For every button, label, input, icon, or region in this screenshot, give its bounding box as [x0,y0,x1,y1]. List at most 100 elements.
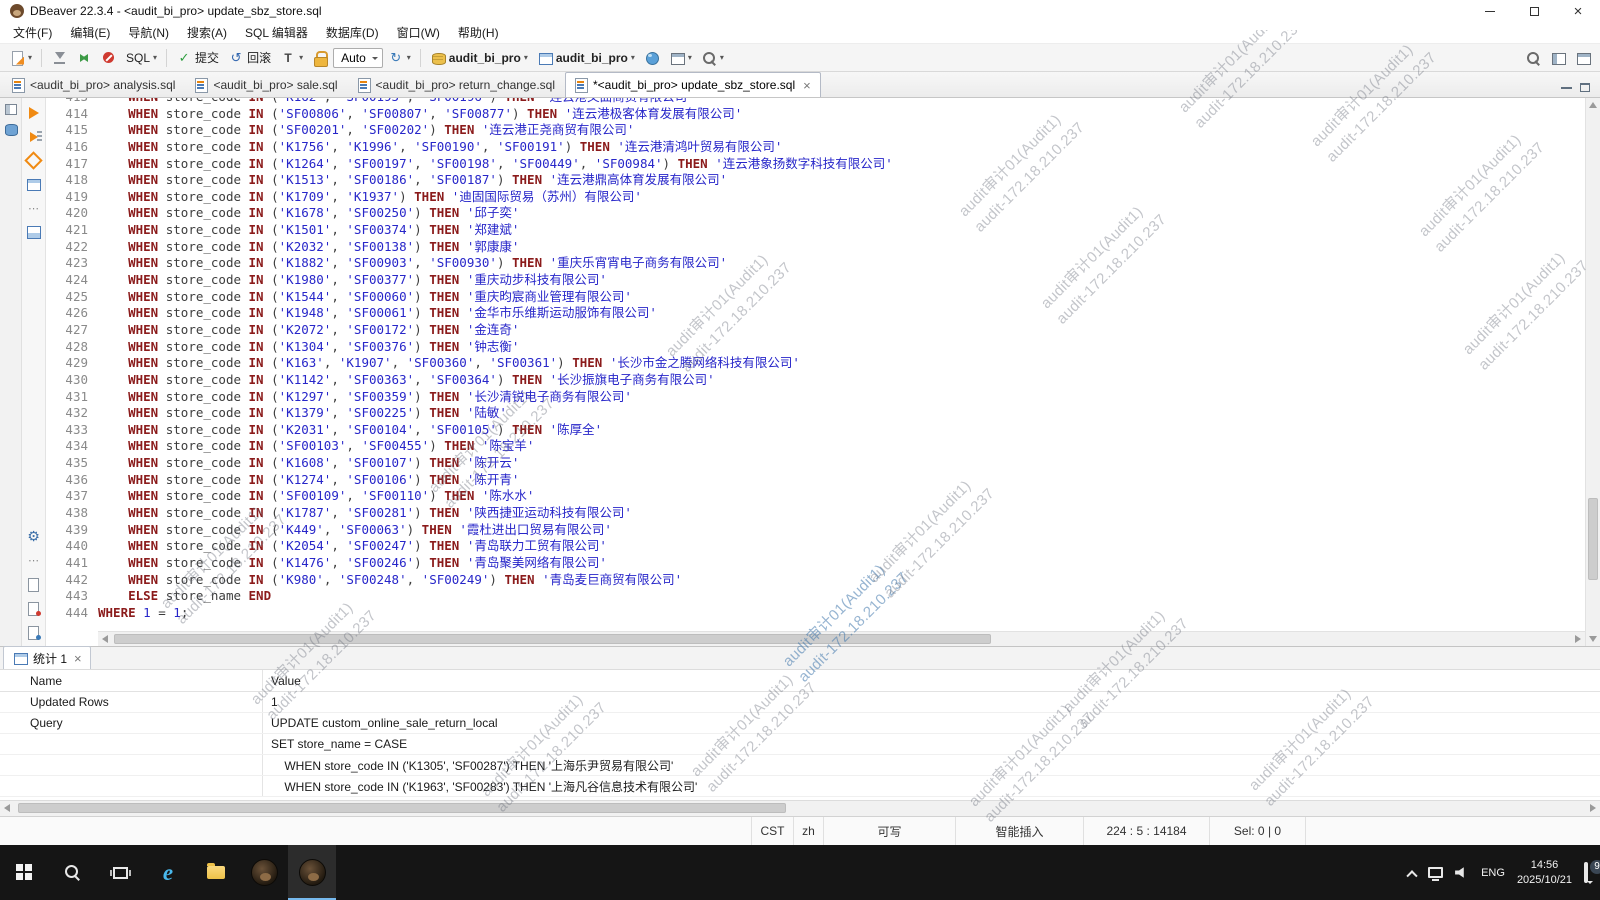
code-line[interactable]: 415 WHEN store_code IN ('SF00201', 'SF00… [46,122,1585,139]
code-line[interactable]: 444WHERE 1 = 1; [46,605,1585,622]
code-line[interactable]: 428 WHEN store_code IN ('K1304', 'SF0037… [46,339,1585,356]
menu-item[interactable]: 导航(N) [119,22,178,44]
code-line[interactable]: 437 WHEN store_code IN ('SF00109', 'SF00… [46,488,1585,505]
refresh-button[interactable]: ↻ ▾ [384,46,415,70]
dbeaver-taskbar-button-active[interactable] [288,845,336,900]
menu-item[interactable]: 帮助(H) [449,22,508,44]
menu-item[interactable]: 数据库(D) [317,22,388,44]
toggle-panel-icon[interactable] [26,225,42,240]
internet-explorer-button[interactable]: e [144,845,192,900]
code-line[interactable]: 420 WHEN store_code IN ('K1678', 'SF0025… [46,205,1585,222]
close-button[interactable]: × [1556,0,1600,22]
menu-item[interactable]: SQL 编辑器 [236,22,317,44]
column-header-value[interactable]: Value [263,670,1600,691]
code-line[interactable]: 427 WHEN store_code IN ('K2072', 'SF0017… [46,322,1585,339]
sql-language-selector[interactable]: SQL ▾ [122,46,161,70]
code-line[interactable]: 432 WHEN store_code IN ('K1379', 'SF0022… [46,405,1585,422]
code-line[interactable]: 413 WHEN store_code IN ('K162', 'SF00195… [46,98,1585,106]
scroll-left-icon[interactable] [4,804,10,812]
minimize-button[interactable] [1468,0,1512,22]
code-line[interactable]: 442 WHEN store_code IN ('K980', 'SF00248… [46,572,1585,589]
scroll-down-icon[interactable] [1589,636,1597,642]
result-row[interactable]: WHEN store_code IN ('K1305', 'SF00287') … [0,755,1600,776]
menu-item[interactable]: 编辑(E) [61,22,119,44]
scroll-right-icon[interactable] [1590,804,1596,812]
code-line[interactable]: 419 WHEN store_code IN ('K1709', 'K1937'… [46,189,1585,206]
maximize-button[interactable] [1512,0,1556,22]
result-row[interactable]: SET store_name = CASE [0,734,1600,755]
code-line[interactable]: 439 WHEN store_code IN ('K449', 'SF00063… [46,522,1585,539]
connection-selector[interactable]: audit_bi_pro ▾ [426,46,532,70]
result-row[interactable]: QueryUPDATE custom_online_sale_return_lo… [0,713,1600,734]
code-line[interactable]: 421 WHEN store_code IN ('K1501', 'SF0037… [46,222,1585,239]
scroll-left-icon[interactable] [102,635,108,643]
dbeaver-taskbar-button[interactable] [240,845,288,900]
code-line[interactable]: 430 WHEN store_code IN ('K1142', 'SF0036… [46,372,1585,389]
results-tab[interactable]: 统计 1 × [3,646,91,669]
autocommit-combo[interactable]: Auto [333,48,383,68]
taskbar-search-button[interactable] [48,845,96,900]
code-line[interactable]: 438 WHEN store_code IN ('K1787', 'SF0028… [46,505,1585,522]
code-line[interactable]: 440 WHEN store_code IN ('K2054', 'SF0024… [46,538,1585,555]
result-row[interactable]: Updated Rows1 [0,692,1600,713]
more-dots-icon[interactable]: ⋯ [26,553,42,568]
vertical-scrollbar-thumb[interactable] [1588,498,1598,580]
quick-search-button[interactable] [1521,46,1545,70]
code-line[interactable]: 436 WHEN store_code IN ('K1274', 'SF0010… [46,472,1585,489]
code-line[interactable]: 414 WHEN store_code IN ('SF00806', 'SF00… [46,106,1585,123]
volume-icon[interactable] [1455,867,1469,879]
code-line[interactable]: 441 WHEN store_code IN ('K1476', 'SF0024… [46,555,1585,572]
code-line[interactable]: 431 WHEN store_code IN ('K1297', 'SF0035… [46,389,1585,406]
code-line[interactable]: 422 WHEN store_code IN ('K2032', 'SF0013… [46,239,1585,256]
horizontal-scrollbar-thumb[interactable] [18,803,786,813]
export-result-icon[interactable] [26,177,42,192]
menu-item[interactable]: 窗口(W) [388,22,449,44]
file-explorer-button[interactable] [192,845,240,900]
commit-button[interactable]: ✓ 提交 [172,46,223,70]
rollback-button[interactable]: ↺ 回滚 [224,46,275,70]
code-line[interactable]: 434 WHEN store_code IN ('SF00103', 'SF00… [46,438,1585,455]
editor-horizontal-scrollbar[interactable] [98,631,1585,646]
scroll-up-icon[interactable] [1589,102,1597,108]
maximize-view-icon[interactable] [1580,83,1590,92]
search-dropdown-button[interactable]: ▾ [697,46,728,70]
editor-tab[interactable]: <audit_bi_pro> sale.sql [185,72,347,97]
code-line[interactable]: 417 WHEN store_code IN ('K1264', 'SF0019… [46,156,1585,173]
code-line[interactable]: 418 WHEN store_code IN ('K1513', 'SF0018… [46,172,1585,189]
editor-tab[interactable]: *<audit_bi_pro> update_sbz_store.sql× [565,72,821,97]
code-line[interactable]: 416 WHEN store_code IN ('K1756', 'K1996'… [46,139,1585,156]
code-line[interactable]: 435 WHEN store_code IN ('K1608', 'SF0010… [46,455,1585,472]
sync-button[interactable] [72,46,96,70]
title-bar[interactable]: DBeaver 22.3.4 - <audit_bi_pro> update_s… [0,0,1600,22]
tab-close-icon[interactable]: × [74,651,82,666]
editor-tab[interactable]: <audit_bi_pro> return_change.sql [348,72,565,97]
minimize-view-icon[interactable] [1561,87,1572,89]
input-language[interactable]: ENG [1481,867,1505,879]
network-icon[interactable] [1428,867,1443,878]
schema-selector[interactable]: audit_bi_pro ▾ [533,46,639,70]
column-header-name[interactable]: Name [0,670,263,691]
code-line[interactable]: 424 WHEN store_code IN ('K1980', 'SF0037… [46,272,1585,289]
tray-expand-icon[interactable] [1406,870,1417,881]
code-line[interactable]: 429 WHEN store_code IN ('K163', 'K1907',… [46,355,1585,372]
settings-gear-icon[interactable]: ⚙ [26,529,42,544]
clock[interactable]: 14:56 2025/10/21 [1517,858,1572,888]
code-line[interactable]: 433 WHEN store_code IN ('K2031', 'SF0010… [46,422,1585,439]
scroll-right-icon[interactable] [1575,635,1581,643]
execute-script-icon[interactable] [26,129,42,144]
network-button[interactable] [640,46,664,70]
code-line[interactable]: 443 ELSE store_name END [46,588,1585,605]
transaction-mode-button[interactable]: T ▾ [276,46,307,70]
results-horizontal-scrollbar[interactable] [0,800,1600,816]
tab-close-icon[interactable]: × [803,78,811,93]
result-row[interactable]: WHEN store_code IN ('K1963', 'SF00283') … [0,776,1600,797]
code-line[interactable]: 426 WHEN store_code IN ('K1948', 'SF0006… [46,305,1585,322]
new-sql-editor-button[interactable]: ▾ [5,46,36,70]
menu-item[interactable]: 文件(F) [4,22,61,44]
start-button[interactable] [0,845,48,900]
horizontal-scrollbar-thumb[interactable] [114,634,991,644]
download-button[interactable] [47,46,71,70]
restore-view-icon[interactable] [4,103,18,116]
cancel-button[interactable] [97,46,121,70]
error-doc-icon[interactable] [26,601,42,616]
